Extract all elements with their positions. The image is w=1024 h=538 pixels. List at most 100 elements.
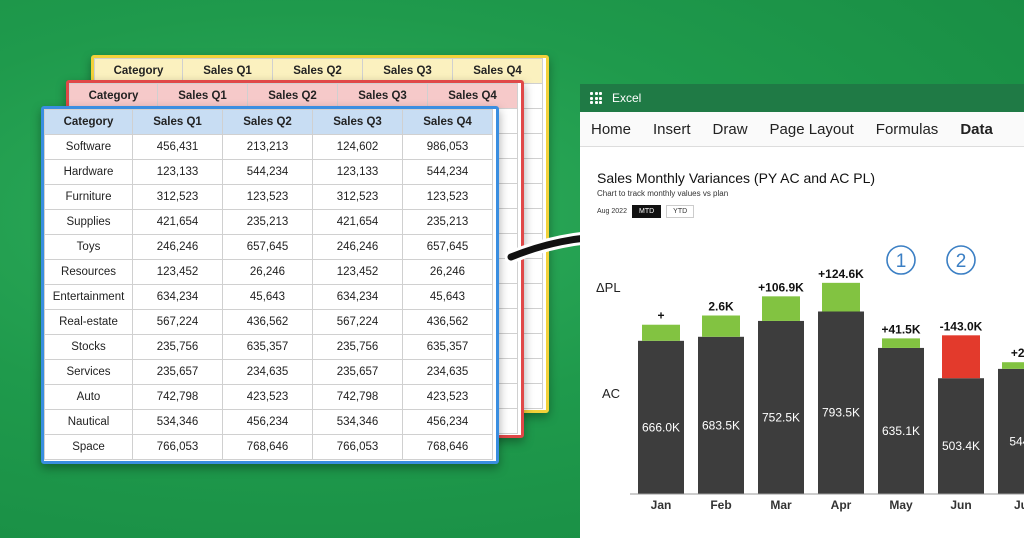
table-cell[interactable]: Supplies bbox=[44, 209, 133, 235]
ac-bar bbox=[818, 311, 864, 494]
marker-number: 1 bbox=[896, 251, 907, 272]
delta-label: -143.0K bbox=[940, 319, 983, 333]
table-cell[interactable]: 246,246 bbox=[132, 234, 223, 260]
column-header[interactable]: Sales Q4 bbox=[402, 109, 493, 135]
table-cell[interactable]: 766,053 bbox=[312, 434, 403, 460]
table-cell[interactable]: 768,646 bbox=[402, 434, 493, 460]
table-cell[interactable]: 634,234 bbox=[132, 284, 223, 310]
excel-window: Excel Home Insert Draw Page Layout Formu… bbox=[580, 84, 1024, 538]
column-header[interactable]: Sales Q2 bbox=[247, 83, 338, 109]
table-cell[interactable]: 235,657 bbox=[132, 359, 223, 385]
table-cell[interactable]: 234,635 bbox=[402, 359, 493, 385]
table-cell[interactable]: 423,523 bbox=[402, 384, 493, 410]
table-cell[interactable]: 456,431 bbox=[132, 134, 223, 160]
table-cell[interactable]: 766,053 bbox=[132, 434, 223, 460]
column-header[interactable]: Sales Q3 bbox=[312, 109, 403, 135]
table-cell[interactable]: 235,756 bbox=[312, 334, 403, 360]
table-row: Auto 742,798 423,523 742,798 423,523 bbox=[44, 384, 493, 410]
table-cell[interactable]: 423,523 bbox=[222, 384, 313, 410]
table-cell[interactable]: 213,213 bbox=[222, 134, 313, 160]
table-cell[interactable]: 544,234 bbox=[222, 159, 313, 185]
delta-bar bbox=[1002, 362, 1024, 369]
column-header[interactable]: Sales Q2 bbox=[222, 109, 313, 135]
table-cell[interactable]: Entertainment bbox=[44, 284, 133, 310]
x-tick-label: Jun bbox=[950, 498, 971, 512]
column-header[interactable]: Sales Q1 bbox=[157, 83, 248, 109]
table-cell[interactable]: Toys bbox=[44, 234, 133, 260]
table-cell[interactable]: 657,645 bbox=[222, 234, 313, 260]
table-cell[interactable]: 456,234 bbox=[222, 409, 313, 435]
table-cell[interactable]: 421,654 bbox=[132, 209, 223, 235]
table-cell[interactable]: Resources bbox=[44, 259, 133, 285]
table-cell[interactable]: Software bbox=[44, 134, 133, 160]
ac-bar bbox=[638, 340, 684, 494]
table-cell[interactable]: 123,523 bbox=[402, 184, 493, 210]
table-cell[interactable]: 246,246 bbox=[312, 234, 403, 260]
table-cell[interactable]: 312,523 bbox=[312, 184, 403, 210]
table-cell[interactable]: 123,133 bbox=[312, 159, 403, 185]
marker-number: 2 bbox=[956, 251, 967, 272]
table-cell[interactable]: 26,246 bbox=[402, 259, 493, 285]
table-cell[interactable]: 436,562 bbox=[402, 309, 493, 335]
table-cell[interactable]: 312,523 bbox=[132, 184, 223, 210]
x-tick-label: Ju bbox=[1014, 498, 1024, 512]
table-cell[interactable]: 123,452 bbox=[132, 259, 223, 285]
table-cell[interactable]: 635,357 bbox=[402, 334, 493, 360]
delta-row-label: ΔPL bbox=[596, 280, 621, 295]
table-row: Entertainment 634,234 45,643 634,234 45,643 bbox=[44, 284, 493, 310]
table-cell[interactable]: 742,798 bbox=[132, 384, 223, 410]
table-cell[interactable]: Space bbox=[44, 434, 133, 460]
table-cell[interactable]: 634,234 bbox=[312, 284, 403, 310]
ac-bar bbox=[998, 368, 1024, 494]
table-cell[interactable]: 123,452 bbox=[312, 259, 403, 285]
table-cell[interactable]: 534,346 bbox=[312, 409, 403, 435]
table-cell[interactable]: 986,053 bbox=[402, 134, 493, 160]
table-row: Stocks 235,756 635,357 235,756 635,357 bbox=[44, 334, 493, 360]
table-cell[interactable]: 567,224 bbox=[132, 309, 223, 335]
ac-value-label: 666.0K bbox=[642, 420, 680, 434]
table-row: Furniture 312,523 123,523 312,523 123,523 bbox=[44, 184, 493, 210]
table-cell[interactable]: 45,643 bbox=[222, 284, 313, 310]
table-cell[interactable]: Furniture bbox=[44, 184, 133, 210]
table-cell[interactable]: Hardware bbox=[44, 159, 133, 185]
table-cell[interactable]: 436,562 bbox=[222, 309, 313, 335]
table-cell[interactable]: Auto bbox=[44, 384, 133, 410]
table-cell[interactable]: Real-estate bbox=[44, 309, 133, 335]
table-cell[interactable]: 635,357 bbox=[222, 334, 313, 360]
table-cell[interactable]: Nautical bbox=[44, 409, 133, 435]
delta-label: + bbox=[657, 309, 664, 323]
column-header[interactable]: Sales Q1 bbox=[132, 109, 223, 135]
delta-label: 2.6K bbox=[708, 299, 734, 313]
delta-label: +106.9K bbox=[758, 280, 804, 294]
table-cell[interactable]: 123,133 bbox=[132, 159, 223, 185]
column-header[interactable]: Category bbox=[44, 109, 133, 135]
table-cell[interactable]: 768,646 bbox=[222, 434, 313, 460]
delta-bar bbox=[822, 282, 860, 312]
table-cell[interactable]: 124,602 bbox=[312, 134, 403, 160]
table-cell[interactable]: 235,213 bbox=[222, 209, 313, 235]
table-cell[interactable]: Stocks bbox=[44, 334, 133, 360]
column-header[interactable]: Category bbox=[69, 83, 158, 109]
table-cell[interactable]: 456,234 bbox=[402, 409, 493, 435]
table-row: Real-estate 567,224 436,562 567,224 436,562 bbox=[44, 309, 493, 335]
table-cell[interactable]: 235,756 bbox=[132, 334, 223, 360]
table-cell[interactable]: 534,346 bbox=[132, 409, 223, 435]
table-cell[interactable]: 234,635 bbox=[222, 359, 313, 385]
table-cell[interactable]: 26,246 bbox=[222, 259, 313, 285]
table-cell[interactable]: 45,643 bbox=[402, 284, 493, 310]
ac-bar bbox=[758, 320, 804, 494]
column-header[interactable]: Sales Q4 bbox=[427, 83, 518, 109]
table-cell[interactable]: 742,798 bbox=[312, 384, 403, 410]
table-cell[interactable]: 123,523 bbox=[222, 184, 313, 210]
delta-bar bbox=[942, 335, 980, 379]
column-header[interactable]: Sales Q3 bbox=[337, 83, 428, 109]
table-cell[interactable]: 421,654 bbox=[312, 209, 403, 235]
table-cell[interactable]: 235,657 bbox=[312, 359, 403, 385]
table-cell[interactable]: 567,224 bbox=[312, 309, 403, 335]
table-cell[interactable]: Services bbox=[44, 359, 133, 385]
x-tick-label: Apr bbox=[831, 498, 852, 512]
table-row: Toys 246,246 657,645 246,246 657,645 bbox=[44, 234, 493, 260]
table-cell[interactable]: 657,645 bbox=[402, 234, 493, 260]
table-cell[interactable]: 544,234 bbox=[402, 159, 493, 185]
table-cell[interactable]: 235,213 bbox=[402, 209, 493, 235]
